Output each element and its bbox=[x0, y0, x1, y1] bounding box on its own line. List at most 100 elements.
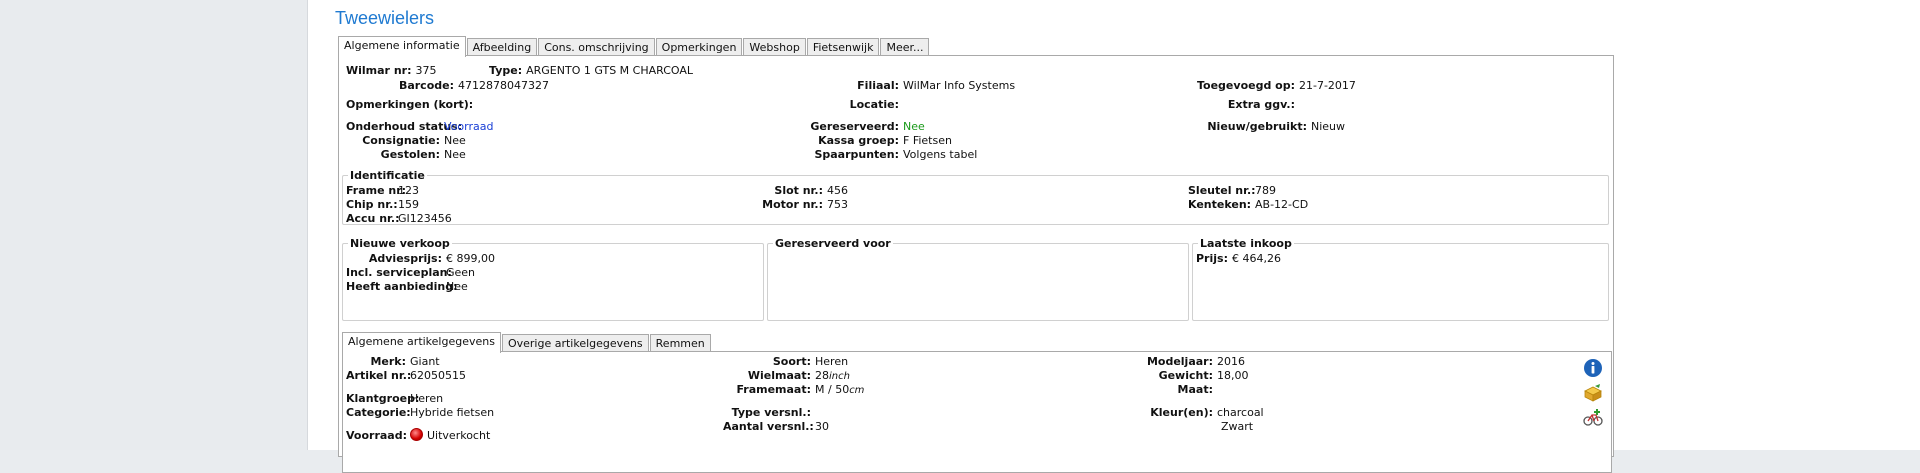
field-wielmaat: Wielmaat: 28inch bbox=[723, 369, 850, 384]
framemaat-label: Framemaat: bbox=[736, 383, 811, 396]
gereserveerd-value: Nee bbox=[903, 120, 925, 133]
modeljaar-value: 2016 bbox=[1217, 355, 1245, 368]
voorraad-label: Voorraad: bbox=[346, 429, 407, 442]
field-slot-nr: Slot nr.: 456 bbox=[759, 184, 848, 198]
field-maat: Maat: bbox=[1141, 383, 1217, 397]
field-locatie: Locatie: bbox=[799, 98, 903, 112]
gereserveerd-voor-title: Gereserveerd voor bbox=[773, 237, 893, 251]
aanbieding-value: Nee bbox=[446, 280, 468, 293]
artikel-nr-value: 62050515 bbox=[410, 369, 466, 382]
nieuwe-verkoop-group: Nieuwe verkoop Adviesprijs: € 899,00 Incl… bbox=[342, 237, 764, 321]
field-gewicht: Gewicht: 18,00 bbox=[1141, 369, 1249, 383]
field-aantal-versnl: Aantal versnl.:30 bbox=[723, 420, 829, 434]
barcode-value: 4712878047327 bbox=[458, 79, 549, 92]
field-opmerkingen-kort: Opmerkingen (kort): bbox=[346, 98, 477, 112]
prijs-value: € 464,26 bbox=[1231, 252, 1281, 265]
extra-ggv-label: Extra ggv.: bbox=[1227, 98, 1295, 111]
tab-algemene-informatie[interactable]: Algemene informatie bbox=[338, 36, 466, 57]
wielmaat-value: 28 bbox=[815, 369, 829, 382]
field-gestolen: Gestolen: Nee bbox=[346, 148, 466, 162]
gewicht-value: 18,00 bbox=[1217, 369, 1249, 382]
field-heeft-aanbieding: Heeft aanbieding:Nee bbox=[346, 280, 468, 294]
nieuw-gebruikt-label: Nieuw/gebruikt: bbox=[1207, 120, 1307, 133]
field-chip-nr: Chip nr.:159 bbox=[346, 198, 419, 212]
toegevoegd-label: Toegevoegd op: bbox=[1197, 79, 1295, 92]
categorie-label: Categorie: bbox=[346, 406, 411, 419]
chip-nr-label: Chip nr.: bbox=[346, 198, 398, 211]
gewicht-label: Gewicht: bbox=[1158, 369, 1213, 382]
field-gereserveerd: Gereserveerd: Nee bbox=[799, 120, 925, 134]
field-klantgroep: Klantgroep:Heren bbox=[346, 392, 443, 406]
motor-nr-label: Motor nr.: bbox=[762, 198, 823, 211]
field-frame-nr: Frame nr:123 bbox=[346, 184, 419, 198]
field-spaarpunten: Spaarpunten: Volgens tabel bbox=[799, 148, 977, 162]
aantal-versnl-value: 30 bbox=[815, 420, 829, 433]
spaarpunten-label: Spaarpunten: bbox=[814, 148, 899, 161]
field-type: Type: ARGENTO 1 GTS M CHARCOAL bbox=[489, 64, 693, 78]
gereserveerd-label: Gereserveerd: bbox=[810, 120, 899, 133]
motor-nr-value: 753 bbox=[827, 198, 848, 211]
locatie-label: Locatie: bbox=[849, 98, 899, 111]
field-kleuren: Kleur(en): charcoal bbox=[1141, 406, 1263, 420]
field-toegevoegd-op: Toegevoegd op: 21-7-2017 bbox=[1194, 79, 1356, 93]
aanbieding-label: Heeft aanbieding: bbox=[346, 280, 458, 293]
bike-add-icon[interactable] bbox=[1583, 408, 1603, 428]
tab-algemene-artikelgegevens[interactable]: Algemene artikelgegevens bbox=[342, 332, 501, 353]
field-categorie: Categorie:Hybride fietsen bbox=[346, 406, 494, 420]
merk-value: Giant bbox=[410, 355, 440, 368]
field-kenteken: Kenteken: AB-12-CD bbox=[1188, 198, 1308, 212]
artikel-panel: Merk: Giant Artikel nr.:62050515 Klantgro… bbox=[342, 351, 1612, 473]
field-consignatie: Consignatie: Nee bbox=[346, 134, 466, 148]
main-tabs: Algemene informatie Afbeelding Cons. oms… bbox=[338, 36, 930, 57]
field-accu-nr: Accu nr.:GI123456 bbox=[346, 212, 452, 226]
frame-nr-label: Frame nr: bbox=[346, 184, 407, 197]
consignatie-value: Nee bbox=[444, 134, 466, 147]
sleutel-nr-value: 789 bbox=[1255, 184, 1276, 197]
identificatie-title: Identificatie bbox=[348, 169, 427, 183]
type-versnl-label: Type versnl.: bbox=[731, 406, 811, 419]
field-artikel-nr: Artikel nr.:62050515 bbox=[346, 369, 466, 383]
artikel-nr-label: Artikel nr.: bbox=[346, 369, 412, 382]
kassa-groep-value: F Fietsen bbox=[903, 134, 952, 147]
frame-nr-value: 123 bbox=[398, 184, 419, 197]
page-title: Tweewielers bbox=[335, 8, 435, 28]
spaarpunten-value: Volgens tabel bbox=[903, 148, 978, 161]
kenteken-label: Kenteken: bbox=[1188, 198, 1252, 211]
identificatie-group: Identificatie Frame nr:123 Chip nr.:159 … bbox=[342, 169, 1609, 226]
field-serviceplan: Incl. serviceplan:Geen bbox=[346, 266, 475, 280]
adviesprijs-label: Adviesprijs: bbox=[368, 252, 442, 265]
voorraad-status-icon bbox=[410, 428, 423, 441]
filiaal-label: Filiaal: bbox=[857, 79, 899, 92]
field-extra-ggv: Extra ggv.: bbox=[1194, 98, 1299, 112]
article-tabs: Algemene artikelgegevens Overige artikel… bbox=[342, 332, 712, 353]
info-icon[interactable] bbox=[1583, 358, 1603, 378]
wilmar-nr-label: Wilmar nr: bbox=[346, 64, 412, 77]
aantal-versnl-label: Aantal versnl.: bbox=[723, 420, 814, 433]
gestolen-label: Gestolen: bbox=[380, 148, 440, 161]
merk-label: Merk: bbox=[370, 355, 406, 368]
box-icon[interactable] bbox=[1583, 383, 1603, 403]
wielmaat-label: Wielmaat: bbox=[747, 369, 811, 382]
type-value: ARGENTO 1 GTS M CHARCOAL bbox=[526, 64, 694, 77]
field-kleuren-2: Zwart bbox=[1217, 420, 1253, 434]
sleutel-nr-label: Sleutel nr.: bbox=[1188, 184, 1256, 197]
barcode-label: Barcode: bbox=[398, 79, 454, 92]
field-nieuw-gebruikt: Nieuw/gebruikt: Nieuw bbox=[1194, 120, 1345, 134]
modeljaar-label: Modeljaar: bbox=[1146, 355, 1213, 368]
wielmaat-unit: inch bbox=[829, 371, 850, 382]
field-kassa-groep: Kassa groep: F Fietsen bbox=[799, 134, 952, 148]
framemaat-value: M / 50 bbox=[815, 383, 850, 396]
field-framemaat: Framemaat: M / 50cm bbox=[723, 383, 864, 398]
adviesprijs-value: € 899,00 bbox=[446, 252, 495, 265]
laatste-inkoop-title: Laatste inkoop bbox=[1198, 237, 1294, 251]
main-content: Tweewielers Algemene informatie Afbeeldi… bbox=[308, 0, 1920, 473]
slot-nr-label: Slot nr.: bbox=[774, 184, 823, 197]
maat-label: Maat: bbox=[1177, 383, 1213, 396]
accu-nr-value: GI123456 bbox=[398, 212, 452, 225]
algemene-informatie-panel: Wilmar nr: 375 Type: ARGENTO 1 GTS M CHARC… bbox=[338, 55, 1614, 473]
prijs-label: Prijs: bbox=[1196, 252, 1228, 265]
field-merk: Merk: Giant bbox=[346, 355, 440, 369]
kassa-groep-label: Kassa groep: bbox=[818, 134, 899, 147]
kleuren-label: Kleur(en): bbox=[1150, 406, 1213, 419]
serviceplan-label: Incl. serviceplan: bbox=[346, 266, 452, 279]
